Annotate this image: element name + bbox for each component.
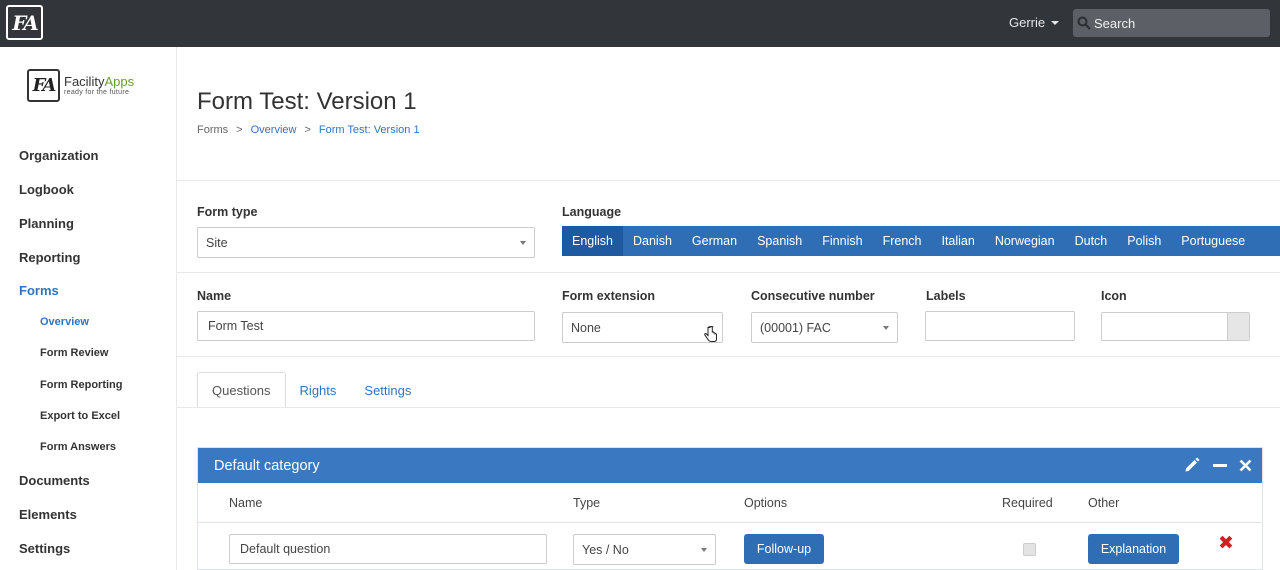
- consecutive-number-value: (00001) FAC: [760, 320, 831, 335]
- sidebar-subitem-export-excel[interactable]: Export to Excel: [40, 410, 120, 422]
- category-panel: Default category Name Type Options Requi…: [197, 447, 1263, 570]
- breadcrumb-separator: >: [236, 124, 243, 136]
- language-norwegian[interactable]: Norwegian: [985, 226, 1065, 256]
- column-options: Options: [744, 496, 788, 510]
- delete-question-icon[interactable]: ✖: [1218, 532, 1234, 555]
- form-type-select[interactable]: Site: [197, 227, 535, 258]
- language-german[interactable]: German: [682, 226, 747, 256]
- language-selector: English Danish German Spanish Finnish Fr…: [562, 226, 1280, 256]
- chevron-down-icon: [520, 241, 526, 245]
- category-title: Default category: [214, 457, 320, 474]
- icon-label: Icon: [1101, 289, 1127, 303]
- app-logo[interactable]: FA: [6, 5, 43, 40]
- language-dutch[interactable]: Dutch: [1065, 226, 1118, 256]
- consecutive-number-select[interactable]: (00001) FAC: [751, 312, 898, 343]
- form-extension-label: Form extension: [562, 289, 656, 303]
- category-actions: [1183, 456, 1252, 474]
- column-type: Type: [573, 496, 601, 510]
- labels-input[interactable]: [925, 311, 1075, 341]
- sidebar-item-organization[interactable]: Organization: [19, 148, 98, 163]
- sidebar-subitem-form-answers[interactable]: Form Answers: [40, 441, 116, 453]
- icon-picker-addon[interactable]: [1227, 313, 1249, 340]
- tab-settings[interactable]: Settings: [350, 372, 425, 408]
- form-extension-value: None: [571, 320, 601, 335]
- consecutive-number-label: Consecutive number: [751, 289, 875, 303]
- chevron-down-icon: [1051, 20, 1060, 25]
- tab-bar: Questions Rights Settings: [197, 372, 425, 408]
- language-label: Language: [562, 205, 622, 219]
- tab-rights[interactable]: Rights: [286, 372, 351, 408]
- search-input[interactable]: [1094, 15, 1264, 31]
- brand-name: FacilityApps: [64, 74, 135, 89]
- sidebar-item-elements[interactable]: Elements: [19, 507, 77, 522]
- explanation-button[interactable]: Explanation: [1088, 534, 1179, 564]
- sidebar-subitem-form-review[interactable]: Form Review: [40, 347, 108, 359]
- language-spanish[interactable]: Spanish: [747, 226, 812, 256]
- follow-up-button[interactable]: Follow-up: [744, 534, 824, 564]
- divider: [177, 272, 1280, 273]
- breadcrumb: Forms > Overview > Form Test: Version 1: [197, 124, 420, 136]
- language-danish[interactable]: Danish: [623, 226, 682, 256]
- form-type-label: Form type: [197, 205, 258, 219]
- sidebar-item-reporting[interactable]: Reporting: [19, 250, 80, 265]
- language-italian[interactable]: Italian: [931, 226, 984, 256]
- breadcrumb-overview[interactable]: Overview: [251, 124, 297, 136]
- name-input[interactable]: [197, 311, 535, 341]
- minus-icon[interactable]: [1213, 456, 1227, 474]
- divider: [177, 407, 1280, 408]
- divider: [198, 522, 1262, 523]
- language-english[interactable]: English: [562, 226, 623, 256]
- breadcrumb-forms[interactable]: Forms: [197, 124, 228, 136]
- icon-picker[interactable]: [1101, 312, 1250, 341]
- close-icon[interactable]: [1239, 456, 1252, 474]
- sidebar-subitem-overview[interactable]: Overview: [40, 316, 89, 328]
- name-label: Name: [197, 289, 232, 303]
- page-title: Form Test: Version 1: [197, 88, 417, 115]
- language-polish[interactable]: Polish: [1117, 226, 1171, 256]
- brand-tagline: ready for the future: [64, 89, 130, 96]
- language-finnish[interactable]: Finnish: [812, 226, 872, 256]
- sidebar-subitem-form-reporting[interactable]: Form Reporting: [40, 379, 123, 391]
- column-required: Required: [1002, 496, 1053, 510]
- column-name: Name: [229, 496, 263, 510]
- user-menu[interactable]: Gerrie: [1009, 15, 1060, 30]
- hand-cursor-icon: [704, 326, 717, 342]
- question-type-value: Yes / No: [582, 542, 629, 557]
- sidebar-item-logbook[interactable]: Logbook: [19, 182, 74, 197]
- question-name-input[interactable]: [229, 534, 547, 564]
- user-name: Gerrie: [1009, 15, 1046, 30]
- required-checkbox[interactable]: [1023, 543, 1036, 556]
- pencil-icon[interactable]: [1183, 456, 1201, 474]
- chevron-down-icon: [883, 326, 889, 330]
- column-other: Other: [1088, 496, 1120, 510]
- sidebar: FA FacilityApps ready for the future Org…: [0, 47, 177, 570]
- question-type-select[interactable]: Yes / No: [573, 534, 716, 565]
- sidebar-item-documents[interactable]: Documents: [19, 473, 90, 488]
- top-bar: FA Gerrie: [0, 0, 1280, 47]
- breadcrumb-current[interactable]: Form Test: Version 1: [319, 124, 420, 136]
- form-type-value: Site: [206, 235, 228, 250]
- labels-label: Labels: [926, 289, 966, 303]
- tab-questions[interactable]: Questions: [197, 372, 286, 408]
- sidebar-item-settings[interactable]: Settings: [19, 541, 70, 556]
- sidebar-item-planning[interactable]: Planning: [19, 216, 74, 231]
- brand-logo: FA FacilityApps ready for the future: [27, 69, 134, 102]
- divider: [177, 356, 1280, 357]
- language-portuguese[interactable]: Portuguese: [1171, 226, 1255, 256]
- language-french[interactable]: French: [873, 226, 932, 256]
- divider: [177, 180, 1280, 181]
- form-extension-select[interactable]: None: [562, 312, 723, 343]
- breadcrumb-separator: >: [304, 124, 311, 136]
- brand-mark: FA: [27, 69, 60, 102]
- search-box[interactable]: [1073, 9, 1270, 37]
- search-icon: [1077, 16, 1091, 30]
- category-header: Default category: [198, 448, 1262, 483]
- chevron-down-icon: [701, 548, 707, 552]
- sidebar-item-forms[interactable]: Forms: [19, 283, 59, 298]
